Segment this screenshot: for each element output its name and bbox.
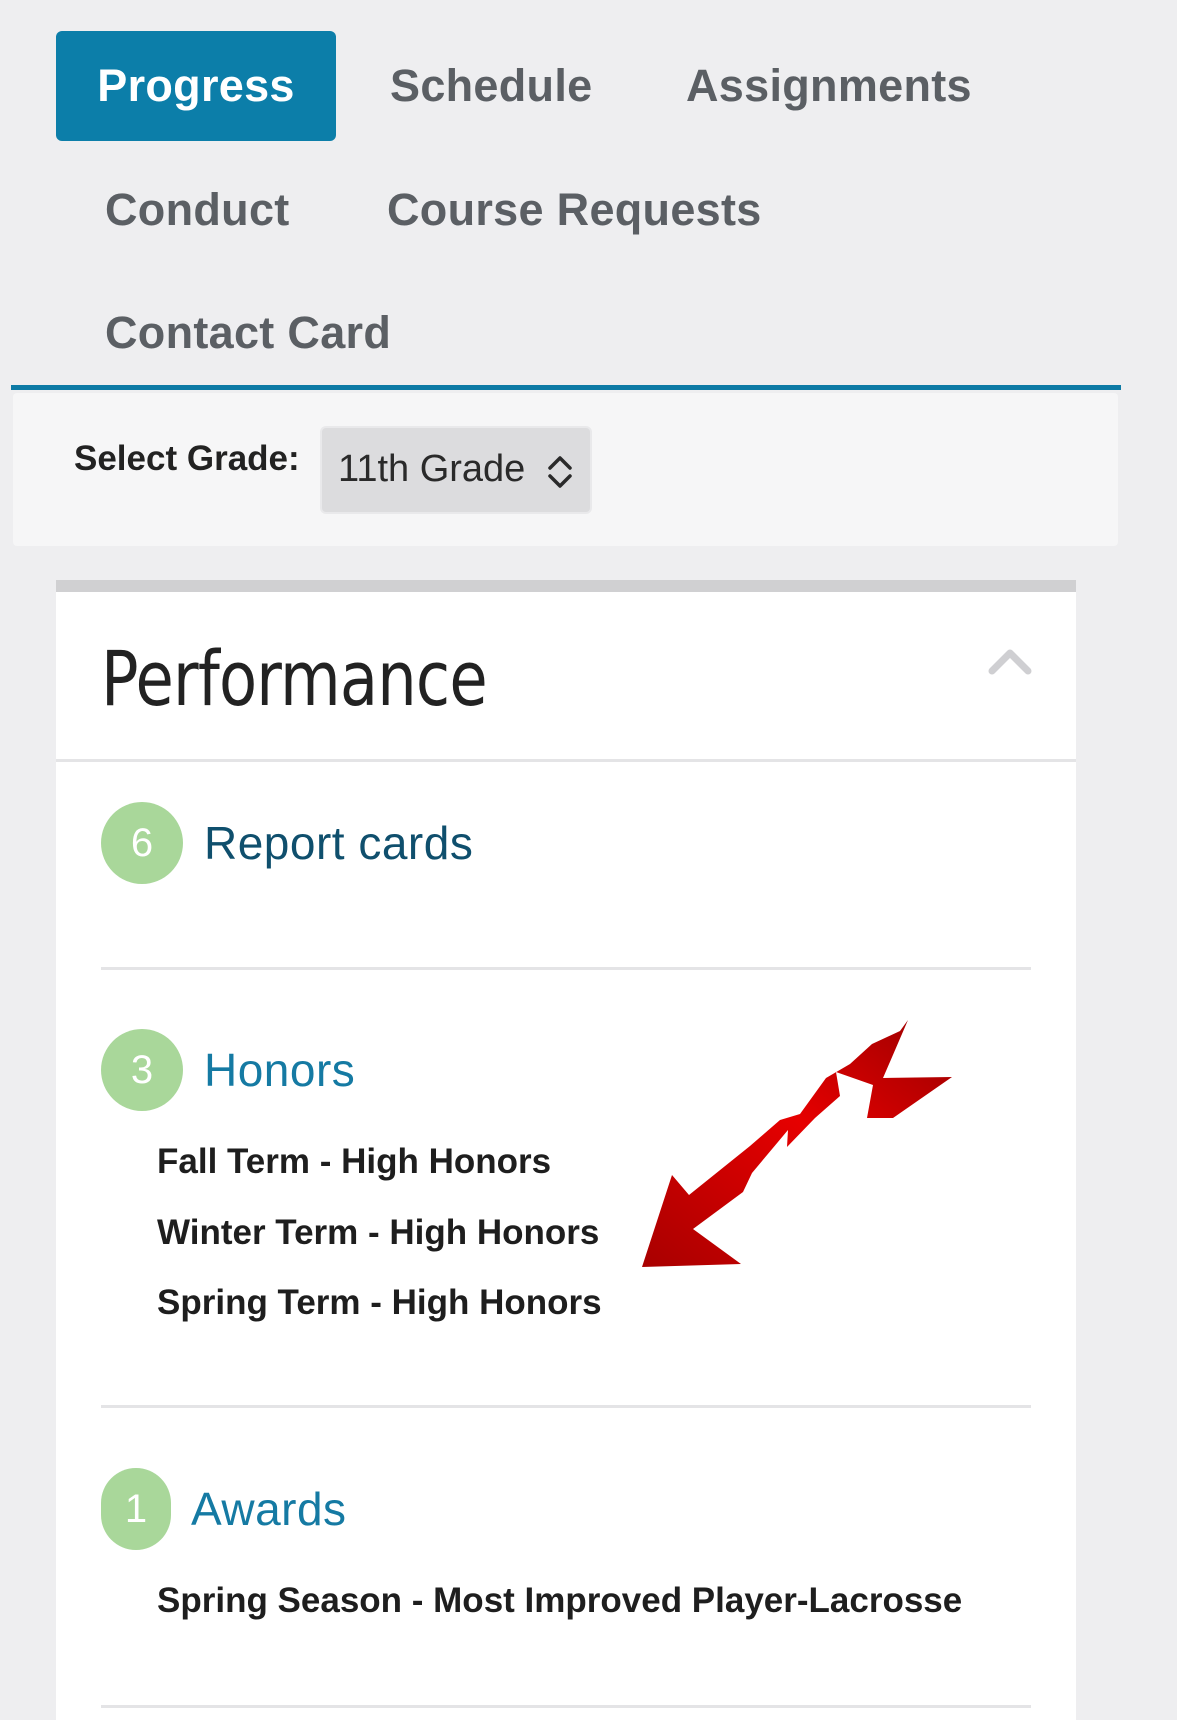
performance-header: Performance xyxy=(56,592,1076,762)
section-divider xyxy=(101,1405,1031,1408)
awards-count-badge: 1 xyxy=(101,1468,171,1550)
honors-entry: Fall Term - High Honors xyxy=(157,1142,552,1181)
grade-select-value: 11th Grade xyxy=(338,448,526,490)
section-divider xyxy=(101,967,1031,970)
grade-select[interactable]: 11th Grade xyxy=(320,426,592,514)
report-cards-section: 6 Report cards xyxy=(101,802,1031,922)
honors-entry: Spring Term - High Honors xyxy=(157,1283,602,1322)
section-divider xyxy=(101,1705,1031,1708)
honors-entry: Winter Term - High Honors xyxy=(157,1213,600,1252)
awards-section: 1 Awards Spring Season - Most Improved P… xyxy=(101,1468,1031,1648)
tab-progress[interactable]: Progress xyxy=(56,31,336,141)
red-arrow-icon xyxy=(642,1020,952,1267)
report-cards-link[interactable]: Report cards xyxy=(204,816,473,870)
up-down-chevron-icon xyxy=(548,456,572,488)
chevron-up-icon[interactable] xyxy=(988,647,1032,675)
grade-filter-label: Select Grade: xyxy=(74,439,300,478)
tab-course-requests[interactable]: Course Requests xyxy=(387,155,762,265)
tab-schedule[interactable]: Schedule xyxy=(390,31,592,141)
performance-title: Performance xyxy=(101,634,488,723)
tab-contact-card[interactable]: Contact Card xyxy=(105,278,391,388)
honors-link[interactable]: Honors xyxy=(204,1043,355,1097)
grade-filter-bar: Select Grade: 11th Grade xyxy=(13,393,1118,546)
tab-bar: Progress Schedule Assignments Conduct Co… xyxy=(0,0,1177,390)
honors-count-badge: 3 xyxy=(101,1029,183,1111)
report-cards-count-badge: 6 xyxy=(101,802,183,884)
tab-underline xyxy=(11,385,1121,390)
awards-link[interactable]: Awards xyxy=(191,1482,347,1536)
awards-entry: Spring Season - Most Improved Player-Lac… xyxy=(157,1581,963,1620)
tab-conduct[interactable]: Conduct xyxy=(105,155,290,265)
tab-assignments[interactable]: Assignments xyxy=(686,31,972,141)
